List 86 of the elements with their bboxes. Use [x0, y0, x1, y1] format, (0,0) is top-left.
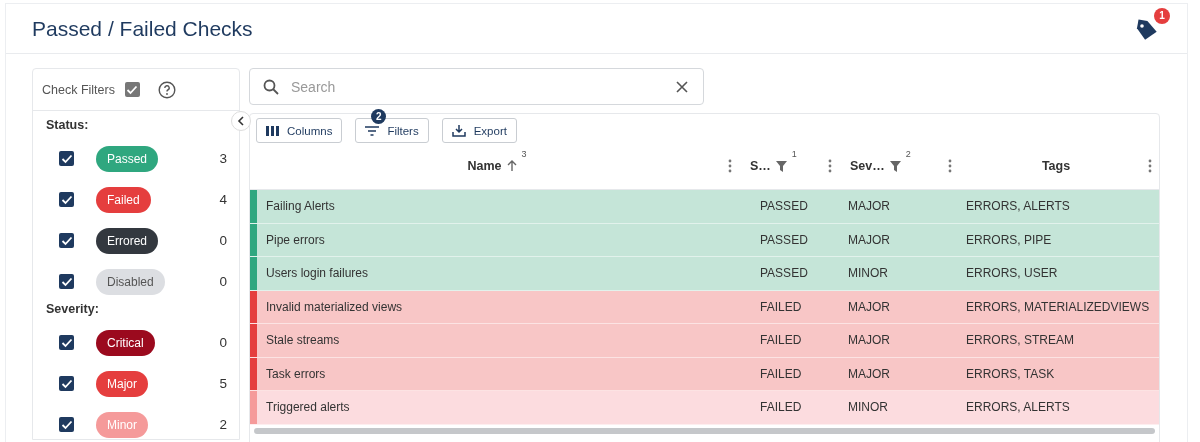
status-chip[interactable]: Critical [96, 329, 155, 356]
column-header[interactable]: Sev… [850, 159, 885, 173]
table-cell-text: Users login failures [265, 266, 370, 281]
column-header[interactable]: S… [750, 159, 771, 173]
count-label: 3 [219, 151, 227, 166]
column-menu-icon[interactable] [828, 159, 832, 173]
help-icon[interactable] [157, 80, 176, 99]
status-chip[interactable]: Errored [96, 227, 158, 254]
table-row[interactable]: Pipe errors PASSED MAJOR ERRORS, PIPE [250, 223, 1159, 257]
filter-lines-icon [365, 124, 380, 137]
section-heading: Status: [46, 118, 90, 134]
page-title: Passed / Failed Checks [32, 16, 253, 41]
scrollbar[interactable] [254, 427, 1155, 434]
table-cell-text: PASSED [759, 266, 809, 281]
table-cell-text: Task errors [265, 366, 327, 381]
collapse-button[interactable] [231, 111, 251, 131]
checkbox[interactable] [59, 417, 74, 432]
up-arrow-icon[interactable] [506, 160, 517, 172]
checkbox[interactable] [59, 335, 74, 350]
table-cell-text: ERRORS, ALERTS [965, 400, 1070, 415]
count-label: 0 [219, 274, 227, 289]
export-button[interactable]: Export [441, 118, 517, 143]
table-cell-text: Stale streams [265, 333, 341, 348]
search-box[interactable]: Search [249, 68, 704, 105]
column-menu-icon[interactable] [1148, 159, 1152, 173]
notification-badge: 1 [1154, 7, 1170, 24]
sort-order-label: 1 [791, 149, 797, 159]
table-cell-text: MINOR [847, 266, 889, 281]
table-row[interactable]: Invalid materialized views FAILED MAJOR ERRORS, MATERIALIZEDVIEWS [250, 290, 1159, 324]
table-cell-text: MAJOR [847, 232, 891, 247]
count-label: 0 [219, 335, 227, 350]
columns-icon [266, 125, 279, 136]
chevron-left-icon [237, 116, 245, 126]
columns-button[interactable]: Columns [256, 118, 343, 143]
checkbox[interactable] [59, 192, 74, 207]
table-cell-text: Failing Alerts [265, 199, 336, 214]
table-cell-text: FAILED [759, 333, 803, 348]
status-chip[interactable]: Major [96, 370, 148, 397]
table-row[interactable]: Stale streams FAILED MAJOR ERRORS, STREAM [250, 324, 1159, 358]
table-cell-text: Invalid materialized views [265, 299, 404, 314]
close-icon[interactable] [675, 79, 689, 94]
table-cell-text: FAILED [759, 299, 803, 314]
table-cell-text: MAJOR [847, 199, 891, 214]
table-row[interactable]: Task errors FAILED MAJOR ERRORS, TASK [250, 357, 1159, 391]
checkbox[interactable] [59, 274, 74, 289]
column-header[interactable]: Tags [1041, 159, 1071, 173]
status-chip[interactable]: Disabled [96, 268, 165, 295]
table-cell-text: Triggered alerts [265, 400, 351, 415]
table-cell-text: ERRORS, ALERTS [965, 199, 1070, 214]
sort-order-label: 3 [521, 149, 527, 159]
count-label: 5 [219, 376, 227, 391]
column-menu-icon[interactable] [728, 159, 732, 173]
download-icon [451, 124, 466, 137]
table-cell-text: MINOR [847, 400, 889, 415]
checkbox[interactable] [124, 82, 140, 97]
checkbox[interactable] [59, 376, 74, 391]
table-cell-text: Pipe errors [265, 232, 326, 247]
table-cell-text: PASSED [759, 232, 809, 247]
table-cell-text: ERRORS, USER [965, 266, 1058, 281]
table-cell-text: FAILED [759, 400, 803, 415]
table-cell-text: MAJOR [847, 333, 891, 348]
table-cell-text: ERRORS, PIPE [965, 232, 1052, 247]
table-row[interactable]: Triggered alerts FAILED MINOR ERRORS, ALERTS [250, 391, 1159, 425]
checkbox[interactable] [59, 233, 74, 248]
checkbox[interactable] [59, 151, 74, 166]
table-row[interactable]: Users login failures PASSED MINOR ERRORS, USER [250, 257, 1159, 291]
filter-icon[interactable] [889, 160, 901, 172]
table-cell-text: ERRORS, TASK [965, 366, 1055, 381]
panel-title: Check Filters [42, 82, 115, 97]
filter-icon[interactable] [775, 160, 787, 172]
search-icon [263, 78, 279, 95]
table-cell-text: ERRORS, MATERIALIZEDVIEWS [965, 299, 1150, 314]
table-cell-text: ERRORS, STREAM [965, 333, 1074, 348]
column-menu-icon[interactable] [948, 159, 952, 173]
table-cell-text: PASSED [759, 199, 809, 214]
column-header[interactable]: Name [467, 159, 502, 173]
table-cell-text: FAILED [759, 366, 803, 381]
count-label: 0 [219, 233, 227, 248]
table-cell-text: MAJOR [847, 299, 891, 314]
sort-order-label: 2 [905, 149, 911, 159]
count-label: 4 [219, 192, 227, 207]
table-row[interactable]: Failing Alerts PASSED MAJOR ERRORS, ALERTS [250, 190, 1159, 224]
status-chip[interactable]: Failed [96, 186, 151, 213]
count-label: 2 [219, 417, 227, 432]
section-heading: Severity: [46, 302, 100, 318]
table-cell-text: MAJOR [847, 366, 891, 381]
